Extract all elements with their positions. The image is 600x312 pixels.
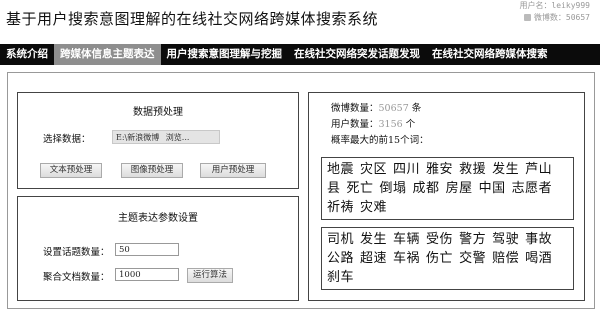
tab-system-intro[interactable]: 系统介绍 xyxy=(0,44,54,65)
topic-word: 发生 xyxy=(360,232,388,247)
topic2-word-list: 司机 发生 车辆 受伤 警方 驾驶 事故公路 超速 车祸 伤亡 交警 赔偿 喝酒刹车 xyxy=(321,227,574,290)
topic-word: 赔偿 xyxy=(492,251,520,266)
topic-word: 芦山 xyxy=(525,162,553,177)
weibo-stat-label: 微博数量： xyxy=(331,103,379,114)
topic-word: 救援 xyxy=(459,162,487,177)
weibo-count-label: 微博数： xyxy=(533,13,566,22)
topic-word: 死亡 xyxy=(346,181,374,196)
topic-word: 事故 xyxy=(525,232,553,247)
user-info: 用户名：leiky999 微博数：50657 xyxy=(519,0,590,24)
username-label: 用户名： xyxy=(519,1,552,10)
topic-word: 地震 xyxy=(327,162,355,177)
topic-word: 房屋 xyxy=(445,181,473,196)
main-nav: 系统介绍 跨媒体信息主题表达 用户搜索意图理解与挖掘 在线社交网络突发话题发现 … xyxy=(0,44,600,65)
weibo-count: 50657 xyxy=(565,13,590,22)
user-stat-unit: 个 xyxy=(405,119,416,130)
file-path-field[interactable]: E:\新浪微博 浏览... xyxy=(112,130,220,144)
username: leiky999 xyxy=(551,1,590,10)
topic-word: 刹车 xyxy=(327,270,355,285)
topic-params-heading: 主题表达参数设置 xyxy=(118,213,198,224)
select-data-label: 选择数据： xyxy=(43,134,91,145)
user-preprocess-button[interactable]: 用户预处理 xyxy=(200,163,266,178)
run-algorithm-button[interactable]: 运行算法 xyxy=(187,268,233,283)
user-stat: 用户数量：3156 个 xyxy=(331,116,415,130)
topic-count-input[interactable]: 50 xyxy=(115,243,179,256)
topic-word: 中国 xyxy=(478,181,506,196)
weibo-stat-unit: 条 xyxy=(411,103,422,114)
user-stat-label: 用户数量： xyxy=(331,119,379,130)
topic-word: 喝酒 xyxy=(525,251,553,266)
text-preprocess-button[interactable]: 文本预处理 xyxy=(40,163,102,178)
topic-count-label: 设置话题数量： xyxy=(43,247,110,258)
preprocess-heading: 数据预处理 xyxy=(133,107,183,118)
topic-word: 四川 xyxy=(393,162,421,177)
topic-word: 雅安 xyxy=(426,162,454,177)
rss-icon xyxy=(523,14,531,21)
topic-word: 灾区 xyxy=(360,162,388,177)
topic-word: 公路 xyxy=(327,251,355,266)
user-stat-value: 3156 xyxy=(378,119,403,130)
weibo-stat: 微博数量：50657 条 xyxy=(331,100,421,114)
topic-params-panel: 主题表达参数设置 设置话题数量： 50 聚合文档数量： 1000 运行算法 xyxy=(17,196,299,301)
topic-word: 车辆 xyxy=(393,232,421,247)
stats-panel: 微博数量：50657 条 用户数量：3156 个 概率最大的前15个词： 地震灾… xyxy=(308,92,585,301)
doc-count-input[interactable]: 1000 xyxy=(115,268,179,281)
weibo-stat-value: 50657 xyxy=(378,103,409,114)
top-words-label: 概率最大的前15个词： xyxy=(331,135,429,146)
topic-word: 发生 xyxy=(492,162,520,177)
topic-word: 司机 xyxy=(327,232,355,247)
preprocess-panel: 数据预处理 选择数据： E:\新浪微博 浏览... 文本预处理 图像预处理 用户… xyxy=(17,92,299,189)
tab-burst-topic[interactable]: 在线社交网络突发话题发现 xyxy=(288,44,426,65)
image-preprocess-button[interactable]: 图像预处理 xyxy=(121,163,183,178)
topic-word: 受伤 xyxy=(426,232,454,247)
topic-word: 志愿者 xyxy=(511,181,553,196)
topic-word: 交警 xyxy=(459,251,487,266)
topic-word: 伤亡 xyxy=(426,251,454,266)
topic-word: 祈祷 xyxy=(327,200,355,215)
file-path-value: E:\新浪微博 xyxy=(116,133,160,142)
topic-word: 县 xyxy=(327,181,341,196)
topic-word: 成都 xyxy=(412,181,440,196)
page-title: 基于用户搜索意图理解的在线社交网络跨媒体搜索系统 xyxy=(6,10,379,28)
tab-topic-expression[interactable]: 跨媒体信息主题表达 xyxy=(54,44,161,65)
topic-word: 驾驶 xyxy=(492,232,520,247)
topic-word: 倒塌 xyxy=(379,181,407,196)
topic-word: 警方 xyxy=(459,232,487,247)
browse-button[interactable]: 浏览... xyxy=(166,133,190,142)
topic-word: 超速 xyxy=(360,251,388,266)
topic-word: 车祸 xyxy=(393,251,421,266)
tab-crossmedia-search[interactable]: 在线社交网络跨媒体搜索 xyxy=(426,44,554,65)
topic1-word-list: 地震 灾区 四川 雅安 救援 发生 芦山县 死亡 倒塌 成都 房屋 中国 志愿者祈祷 灾难 xyxy=(321,157,574,220)
tab-search-intent[interactable]: 用户搜索意图理解与挖掘 xyxy=(161,44,289,65)
topic-word: 灾难 xyxy=(360,200,388,215)
doc-count-label: 聚合文档数量： xyxy=(43,272,110,283)
